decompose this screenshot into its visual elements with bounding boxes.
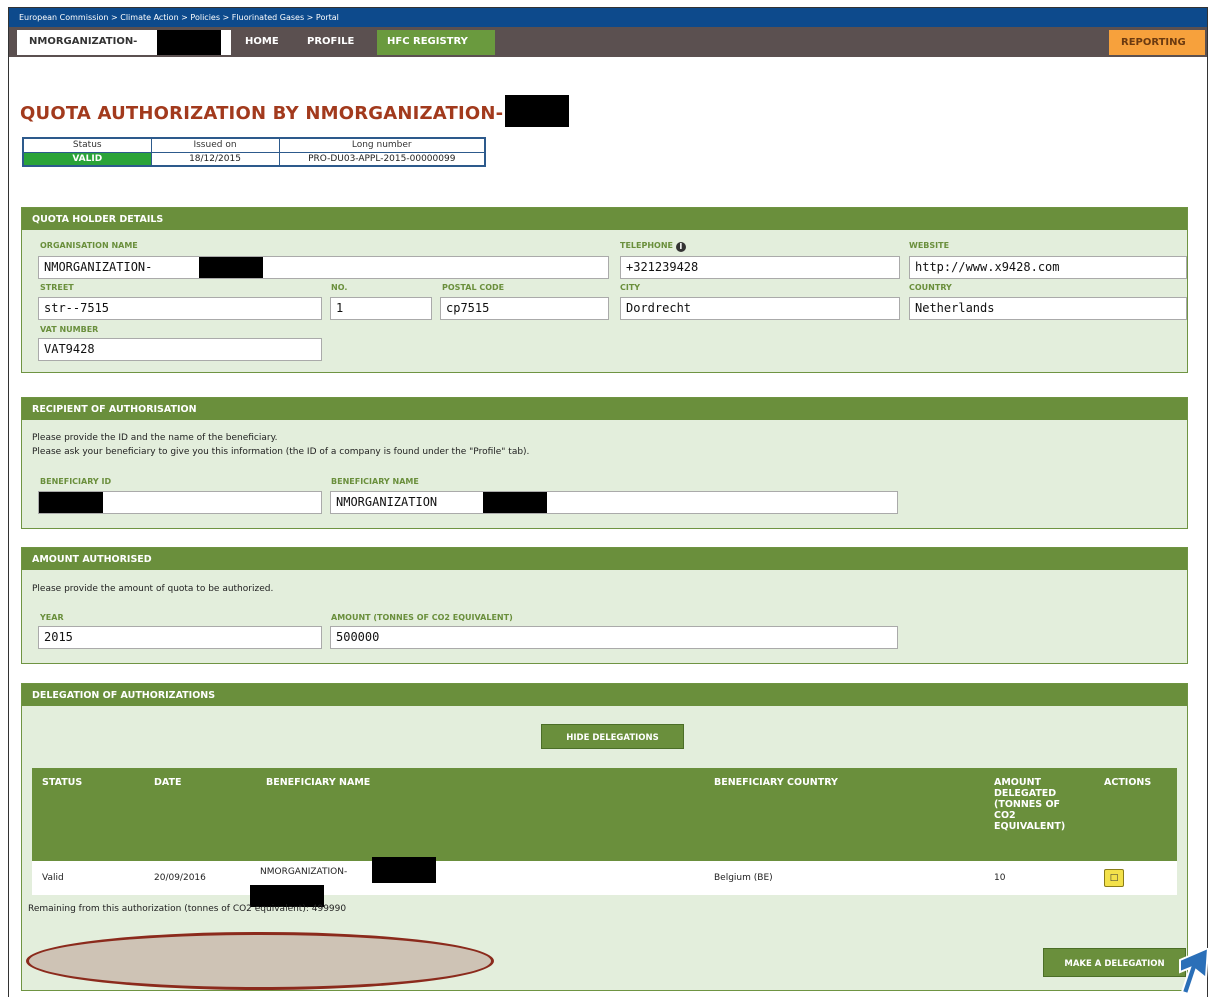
status-header: Status — [22, 137, 152, 153]
row-beneficiary-name: NMORGANIZATION- — [250, 857, 704, 907]
amount-label: AMOUNT (TONNES OF CO2 EQUIVALENT) — [331, 613, 513, 622]
status-table: Status Issued on Long number VALID 18/12… — [22, 137, 486, 167]
beneficiary-id-label: BENEFICIARY ID — [40, 477, 112, 486]
amount-instructions: Please provide the amount of quota to be… — [32, 584, 274, 594]
beneficiary-name-field[interactable]: NMORGANIZATION — [330, 491, 898, 514]
row-beneficiary-country: Belgium (BE) — [704, 861, 984, 895]
year-field[interactable]: 2015 — [38, 626, 322, 649]
country-label: COUNTRY — [909, 283, 952, 292]
table-header-row: STATUS DATE BENEFICIARY NAME BENEFICIARY… — [32, 768, 1177, 861]
breadcrumb[interactable]: European Commission > Climate Action > P… — [9, 8, 1207, 27]
street-label: STREET — [40, 283, 74, 292]
redaction-block — [483, 492, 547, 513]
beneficiary-name-label: BENEFICIARY NAME — [331, 477, 419, 486]
nav-hfc-registry-tab[interactable]: HFC REGISTRY — [377, 30, 495, 55]
redaction-block — [505, 95, 570, 127]
issued-date: 18/12/2015 — [150, 151, 280, 167]
recipient-panel: RECIPIENT OF AUTHORISATION Please provid… — [21, 397, 1188, 529]
website-field[interactable]: http://www.x9428.com — [909, 256, 1187, 279]
view-document-icon[interactable]: □ — [1104, 869, 1124, 887]
quota-holder-panel: QUOTA HOLDER DETAILS ORGANISATION NAME N… — [21, 207, 1188, 373]
street-field[interactable]: str--7515 — [38, 297, 322, 320]
issued-header: Issued on — [150, 137, 280, 153]
row-beneficiary-name-text: NMORGANIZATION- — [260, 867, 348, 877]
website-label: WEBSITE — [909, 241, 950, 250]
nav-profile-tab[interactable]: PROFILE — [297, 30, 364, 55]
amount-field[interactable]: 500000 — [330, 626, 898, 649]
highlight-ellipse — [26, 932, 494, 990]
hide-delegations-button[interactable]: HIDE DELEGATIONS — [541, 724, 684, 749]
make-delegation-button[interactable]: MAKE A DELEGATION — [1043, 948, 1186, 977]
panel-title: AMOUNT AUTHORISED — [22, 548, 1187, 570]
nav-organization-tab[interactable]: NMORGANIZATION- — [17, 30, 231, 55]
postal-code-field[interactable]: cp7515 — [440, 297, 609, 320]
panel-title: QUOTA HOLDER DETAILS — [22, 208, 1187, 230]
panel-title: RECIPIENT OF AUTHORISATION — [22, 398, 1187, 420]
redaction-block — [39, 492, 103, 513]
number-field[interactable]: 1 — [330, 297, 432, 320]
page-title: QUOTA AUTHORIZATION BY NMORGANIZATION- — [20, 95, 570, 127]
city-label: CITY — [620, 283, 641, 292]
cursor-arrow-icon — [1179, 948, 1210, 996]
org-name-label: ORGANISATION NAME — [40, 241, 138, 250]
row-date: 20/09/2016 — [144, 861, 256, 895]
remaining-quota-text: Remaining from this authorization (tonne… — [28, 904, 347, 914]
beneficiary-id-field[interactable] — [38, 491, 322, 514]
long-number: PRO-DU03-APPL-2015-00000099 — [278, 151, 486, 167]
col-beneficiary-name: BENEFICIARY NAME — [256, 768, 704, 861]
row-amount: 10 — [984, 861, 1094, 895]
telephone-label-text: TELEPHONE — [620, 241, 674, 250]
recipient-instructions-1: Please provide the ID and the name of th… — [32, 433, 278, 443]
nav-home-tab[interactable]: HOME — [235, 30, 289, 55]
year-label: YEAR — [40, 613, 64, 622]
top-nav: NMORGANIZATION- HOME PROFILE HFC REGISTR… — [9, 27, 1207, 57]
vat-field[interactable]: VAT9428 — [38, 338, 322, 361]
vat-label: VAT NUMBER — [40, 325, 99, 334]
col-date: DATE — [144, 768, 256, 861]
redaction-block — [199, 257, 263, 278]
col-amount-delegated: AMOUNT DELEGATED (TONNES OF CO2 EQUIVALE… — [984, 768, 1094, 861]
col-status: STATUS — [32, 768, 144, 861]
number-label: NO. — [331, 283, 348, 292]
row-actions: □ — [1094, 861, 1177, 895]
telephone-label: TELEPHONE i — [620, 241, 686, 252]
nav-reporting-tab[interactable]: REPORTING — [1109, 30, 1205, 55]
table-row: Valid 20/09/2016 NMORGANIZATION- Belgium… — [32, 857, 1177, 907]
status-badge: VALID — [22, 151, 152, 167]
panel-title: DELEGATION OF AUTHORIZATIONS — [22, 684, 1187, 706]
redaction-block — [372, 857, 436, 883]
redaction-block — [157, 30, 221, 55]
col-actions: ACTIONS — [1094, 768, 1177, 861]
col-beneficiary-country: BENEFICIARY COUNTRY — [704, 768, 984, 861]
org-name-value: NMORGANIZATION- — [44, 260, 153, 274]
postal-code-label: POSTAL CODE — [442, 283, 505, 292]
amount-panel: AMOUNT AUTHORISED Please provide the amo… — [21, 547, 1188, 664]
page-title-text: QUOTA AUTHORIZATION BY NMORGANIZATION- — [20, 103, 504, 124]
info-icon[interactable]: i — [675, 242, 686, 252]
long-number-header: Long number — [278, 137, 486, 153]
org-name-field[interactable]: NMORGANIZATION- — [38, 256, 609, 279]
recipient-instructions-2: Please ask your beneficiary to give you … — [32, 447, 530, 457]
row-status: Valid — [32, 861, 144, 895]
beneficiary-name-value: NMORGANIZATION — [336, 495, 438, 509]
country-field[interactable]: Netherlands — [909, 297, 1187, 320]
telephone-field[interactable]: +321239428 — [620, 256, 900, 279]
delegations-table: STATUS DATE BENEFICIARY NAME BENEFICIARY… — [32, 768, 1177, 907]
city-field[interactable]: Dordrecht — [620, 297, 900, 320]
nav-org-label: NMORGANIZATION- — [29, 36, 138, 47]
